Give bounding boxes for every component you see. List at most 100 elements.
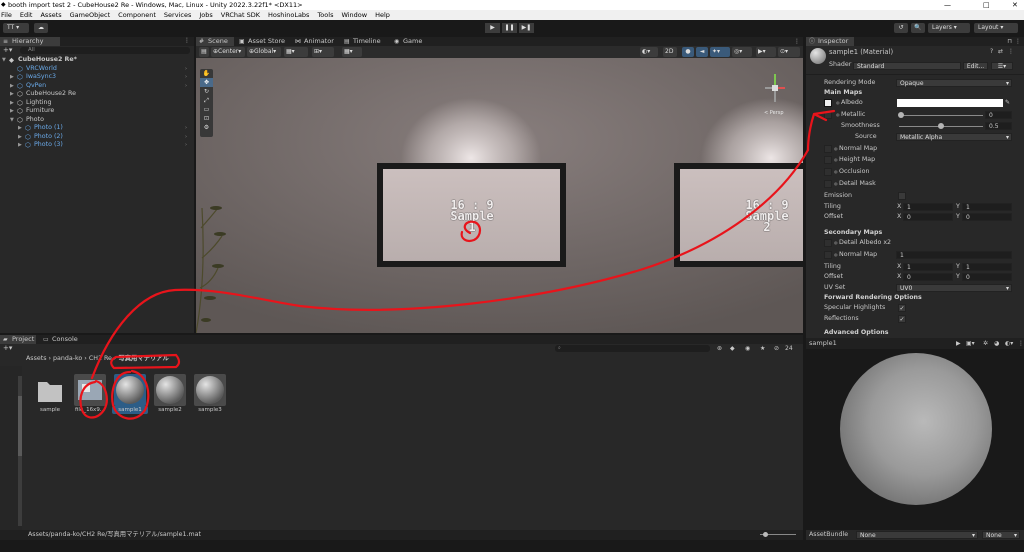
scale-tool-icon[interactable]: ⤢	[200, 96, 213, 105]
cloud-icon[interactable]: ☁	[34, 23, 48, 33]
open-prefab-icon[interactable]: ›	[185, 133, 187, 142]
layout-dropdown[interactable]: Layout ▾	[974, 23, 1018, 33]
hierarchy-item[interactable]: ▶ ⬡ IwaSync3 ›	[0, 73, 190, 82]
detail-mask-picker-icon[interactable]: ◎	[834, 179, 838, 189]
normal-map-texture-slot[interactable]	[824, 145, 832, 153]
expand-down-icon[interactable]: ▼	[2, 56, 6, 65]
eye-icon[interactable]: ◉	[745, 344, 750, 353]
rotate-tool-icon[interactable]: ↻	[200, 87, 213, 96]
shader-edit-button[interactable]: Edit...	[963, 62, 988, 70]
menu-assets[interactable]: Assets	[36, 11, 65, 19]
custom-tool-icon[interactable]: ⚙	[200, 123, 213, 132]
height-map-picker-icon[interactable]: ◎	[834, 155, 838, 165]
hand-tool-icon[interactable]: ✋	[200, 69, 213, 78]
account-button[interactable]: TT ▾	[3, 23, 29, 33]
toolbar-overlay-icon[interactable]: ▤	[199, 47, 209, 57]
menu-hoshinolabs[interactable]: HoshinoLabs	[264, 11, 313, 19]
tiling-x-field[interactable]: 1	[903, 203, 953, 211]
tab-console[interactable]: ▭ Console	[40, 335, 80, 344]
hierarchy-item[interactable]: ▶ ⬡ Photo (1) ›	[0, 124, 190, 133]
detail-albedo-texture-slot[interactable]	[824, 239, 832, 247]
lock-icon[interactable]: ⊓	[1007, 37, 1012, 46]
hierarchy-item[interactable]: ▶ ⬡ CubeHouse2 Re	[0, 90, 190, 99]
secondary-offset-x-field[interactable]: 0	[903, 273, 953, 281]
history-icon[interactable]: ↺	[894, 23, 908, 33]
draw-mode-icon[interactable]: ◐▾	[640, 47, 658, 57]
tab-asset-store[interactable]: ▣ Asset Store	[236, 37, 290, 46]
specular-highlights-checkbox[interactable]: ✓	[898, 304, 906, 312]
tree-scrollbar-thumb[interactable]	[18, 396, 22, 456]
tiling-y-field[interactable]: 1	[962, 203, 1012, 211]
lighting-icon[interactable]: ●	[682, 47, 694, 57]
expand-right-icon[interactable]: ▶	[10, 107, 14, 116]
tab-inspector[interactable]: ⓘ Inspector	[806, 37, 854, 46]
minimize-icon[interactable]: —	[944, 0, 951, 10]
metallic-texture-slot[interactable]	[824, 111, 832, 119]
search-by-label-icon[interactable]: ◆	[730, 344, 735, 353]
hierarchy-search-input[interactable]: All	[20, 47, 190, 54]
expand-down-icon[interactable]: ▼	[10, 116, 14, 125]
close-icon[interactable]: ✕	[1012, 0, 1018, 10]
2d-toggle[interactable]: 2D	[663, 47, 677, 57]
transform-tool-icon[interactable]: ⊡	[200, 114, 213, 123]
hidden-packages-icon[interactable]: ⊘	[774, 344, 779, 353]
preview-light-icon[interactable]: ✲	[983, 338, 988, 349]
hierarchy-item[interactable]: ⬡ VRCWorld ›	[0, 65, 190, 74]
hierarchy-item[interactable]: ▶ ⬡ Photo (2) ›	[0, 133, 190, 142]
icon-size-slider-knob[interactable]	[763, 532, 768, 537]
expand-right-icon[interactable]: ▶	[18, 133, 22, 142]
hidden-objects-icon[interactable]: ◎▾	[732, 47, 752, 57]
material-sample2-thumbnail[interactable]	[154, 374, 186, 406]
expand-right-icon[interactable]: ▶	[18, 124, 22, 133]
star-icon[interactable]: ★	[760, 344, 765, 353]
project-search-input[interactable]: ⌕	[555, 345, 710, 352]
expand-right-icon[interactable]: ▶	[18, 141, 22, 150]
preview-mesh-icon[interactable]: ▣▾	[966, 338, 975, 349]
reflections-checkbox[interactable]: ✓	[898, 315, 906, 323]
orientation-gizmo[interactable]	[761, 68, 797, 114]
shader-menu-button[interactable]: ☰▾	[991, 62, 1013, 70]
move-tool-icon[interactable]: ✥	[200, 78, 213, 87]
gizmos-icon[interactable]: ⊙▾	[778, 47, 800, 57]
menu-gameobject[interactable]: GameObject	[66, 11, 115, 19]
smoothness-slider-knob[interactable]	[938, 122, 944, 129]
camera-icon[interactable]: ▶▾	[756, 47, 776, 57]
grid-snap-icon[interactable]: ▦▾	[284, 47, 308, 57]
detail-albedo-picker-icon[interactable]: ◎	[834, 238, 838, 248]
detail-mask-texture-slot[interactable]	[824, 180, 832, 188]
tab-hierarchy[interactable]: ≡ Hierarchy	[0, 37, 60, 46]
menu-services[interactable]: Services	[160, 11, 195, 19]
tab-project[interactable]: ▰ Project	[0, 335, 36, 344]
height-map-texture-slot[interactable]	[824, 156, 832, 164]
material-sample1-thumbnail[interactable]	[114, 374, 146, 406]
folder-asset-icon[interactable]	[34, 374, 66, 406]
menu-jobs[interactable]: Jobs	[195, 11, 216, 19]
offset-y-field[interactable]: 0	[962, 213, 1012, 221]
layers-dropdown[interactable]: Layers ▾	[928, 23, 970, 33]
tab-game[interactable]: ◉ Game	[391, 37, 427, 46]
metallic-value-field[interactable]: 0	[985, 111, 1012, 119]
eyedropper-icon[interactable]: ✎	[1005, 98, 1010, 108]
increment-snap-icon[interactable]: ⊞▾	[312, 47, 334, 57]
play-button[interactable]: ▶	[485, 23, 500, 33]
occlusion-picker-icon[interactable]: ◎	[834, 167, 838, 177]
preview-play-icon[interactable]: ▶	[956, 338, 961, 349]
kebab-menu-icon[interactable]: ⋮	[794, 37, 800, 46]
tab-timeline[interactable]: ▤ Timeline	[341, 37, 389, 46]
grid-toggle-icon[interactable]: ▦▾	[342, 47, 362, 57]
secondary-normal-texture-slot[interactable]	[824, 251, 832, 259]
rendering-mode-dropdown[interactable]: Opaque ▾	[896, 79, 1012, 87]
open-prefab-icon[interactable]: ›	[185, 141, 187, 150]
menu-help[interactable]: Help	[371, 11, 394, 19]
material-preview-area[interactable]	[806, 349, 1024, 530]
pause-button[interactable]: ❚❚	[502, 23, 517, 33]
project-folder-tree[interactable]	[0, 366, 22, 530]
preview-sphere-icon[interactable]: ◕	[994, 338, 999, 349]
help-icon[interactable]: ?	[990, 48, 993, 55]
menu-edit[interactable]: Edit	[16, 11, 37, 19]
secondary-tiling-x-field[interactable]: 1	[903, 263, 953, 271]
breadcrumb-material-folder[interactable]: 写真用マテリアル	[118, 355, 168, 362]
scene-view[interactable]: 16 : 9 Sample 1 16 : 9 Sample 2 ✋ ✥ ↻ ⤢ …	[196, 58, 803, 333]
breadcrumb-ch2-re[interactable]: CH2 Re	[89, 355, 112, 362]
hierarchy-item[interactable]: ▼ ◆ CubeHouse2 Re*	[0, 56, 190, 65]
